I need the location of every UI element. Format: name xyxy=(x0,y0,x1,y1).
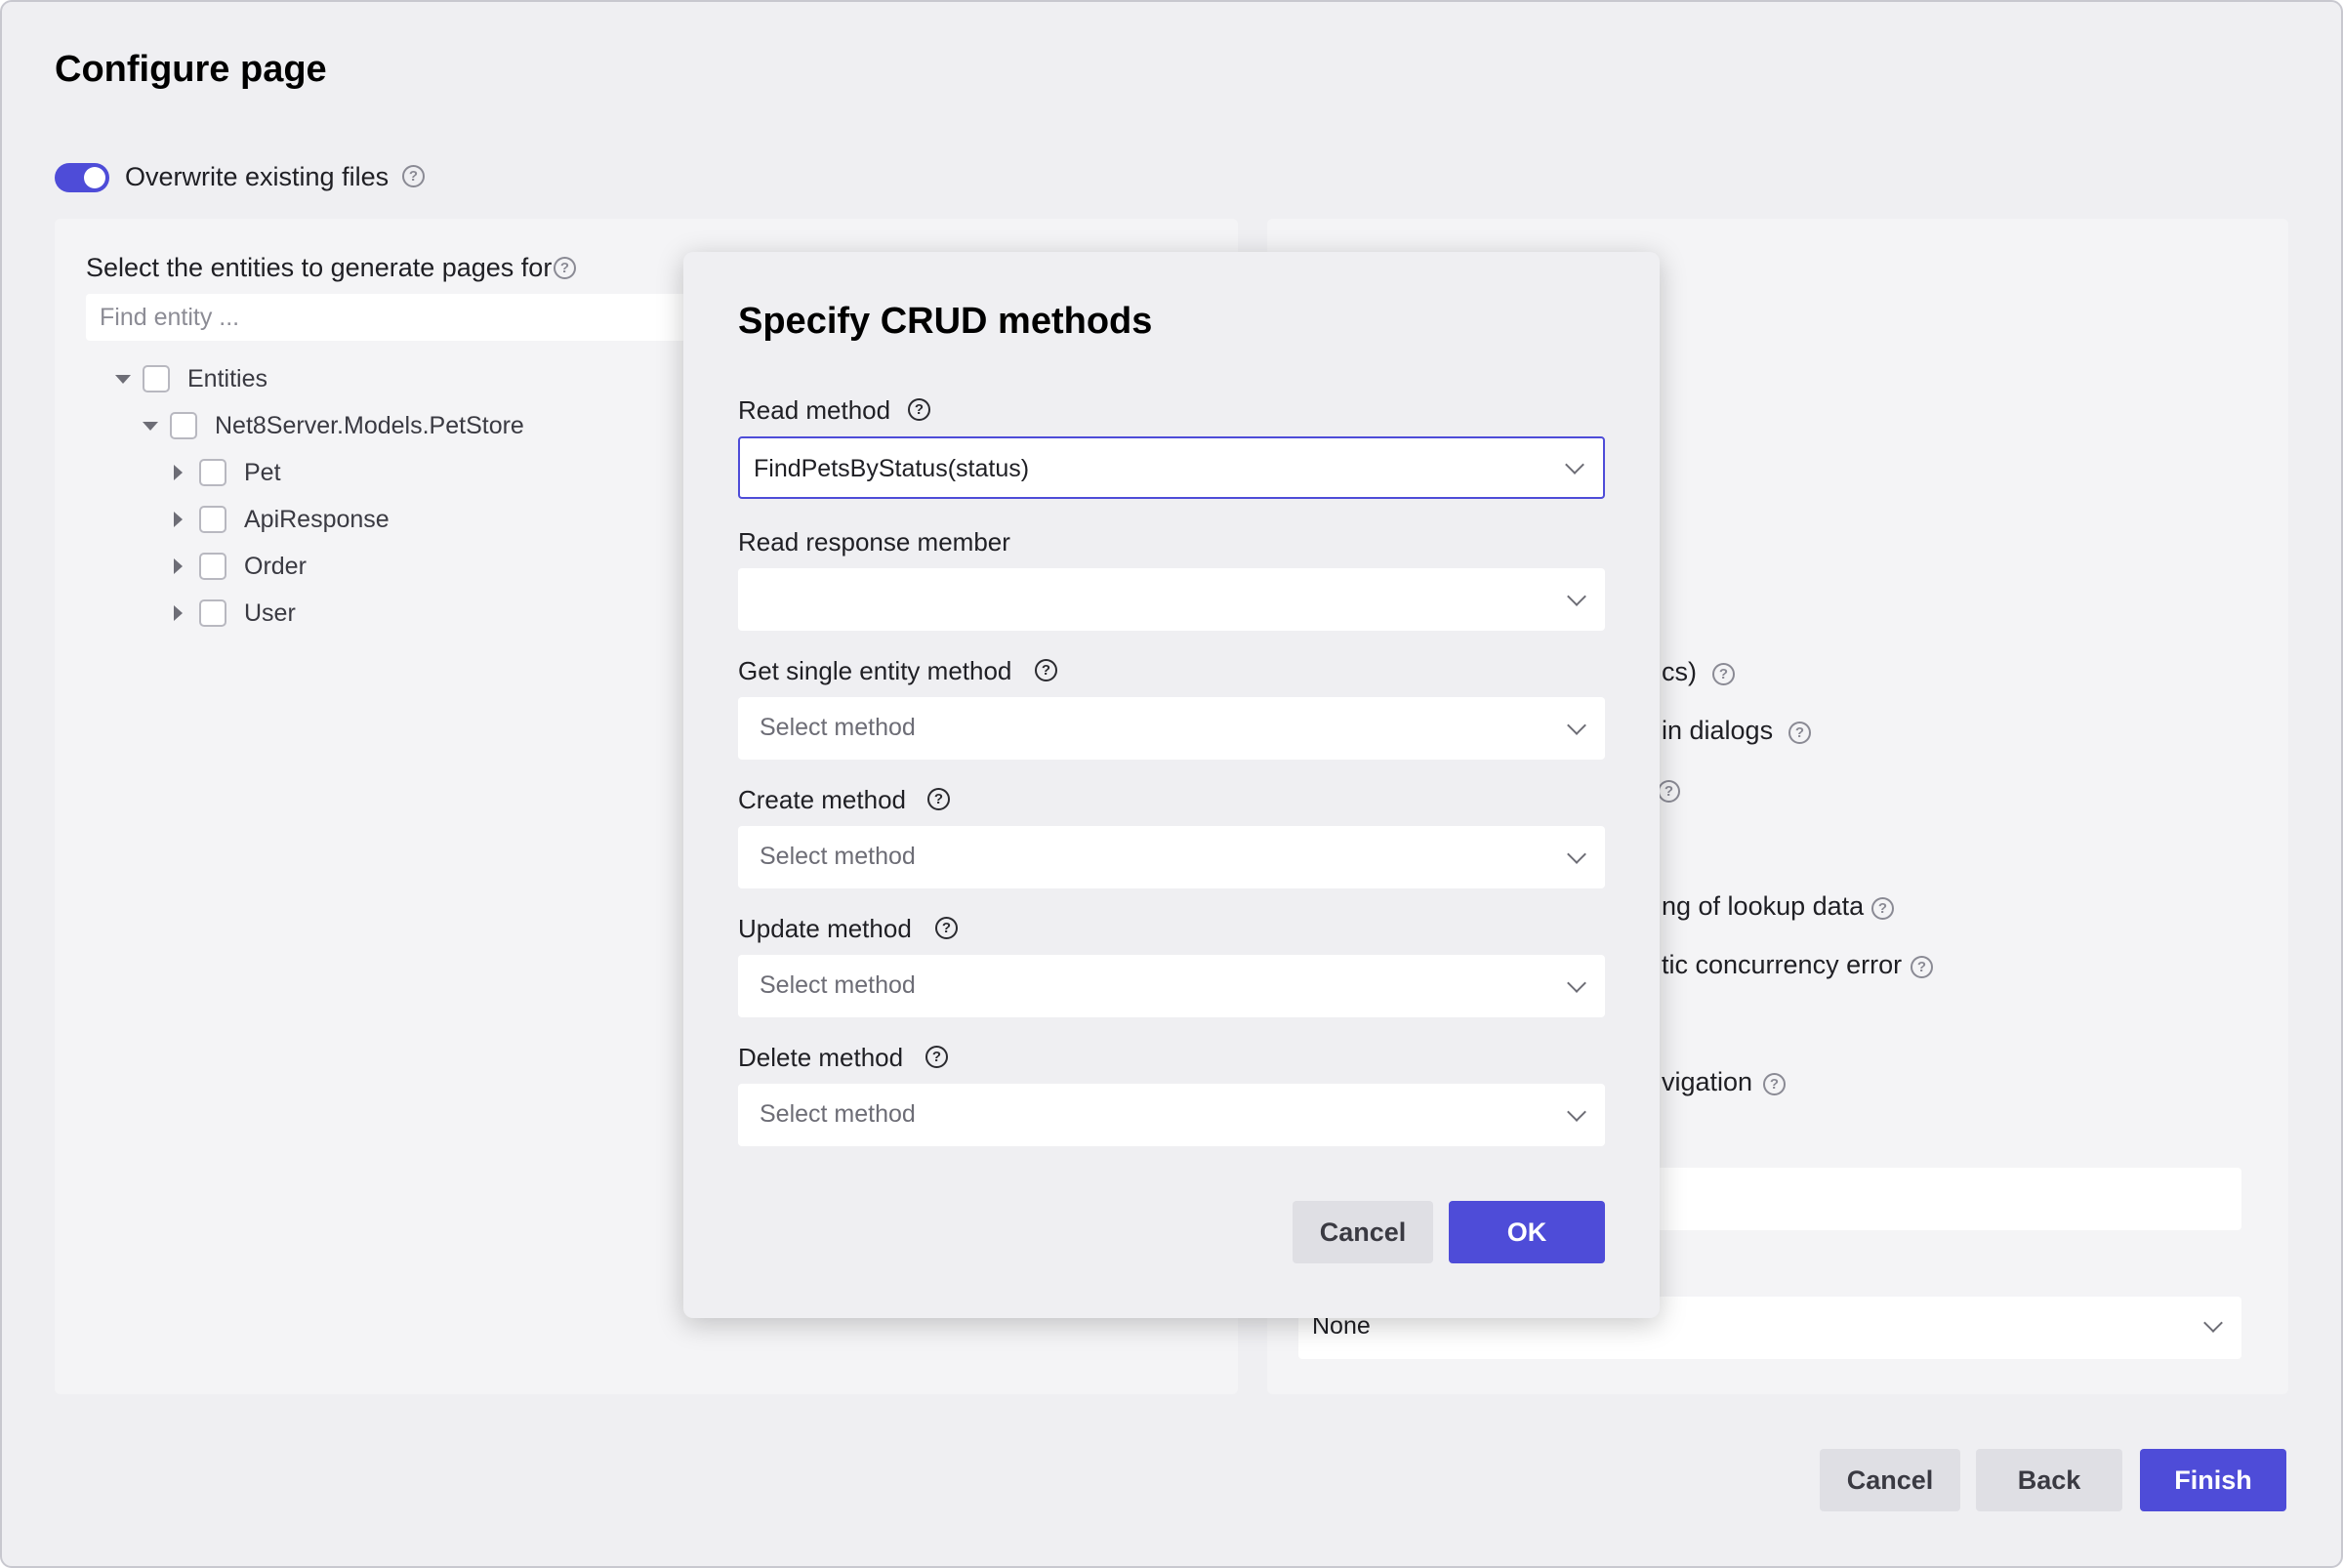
chevron-down-icon xyxy=(1567,587,1586,606)
update-method-select[interactable]: Select method xyxy=(738,955,1605,1017)
chevron-right-icon[interactable] xyxy=(174,512,183,527)
help-icon[interactable]: ? xyxy=(1788,722,1811,744)
tree-node-label: Entities xyxy=(187,364,267,392)
help-icon[interactable]: ? xyxy=(1035,659,1057,681)
read-method-select[interactable]: FindPetsByStatus(status) xyxy=(738,436,1605,499)
read-response-member-label: Read response member xyxy=(738,527,1010,557)
create-method-select[interactable]: Select method xyxy=(738,826,1605,888)
chevron-down-icon xyxy=(1565,455,1584,475)
tree-node-label: Order xyxy=(244,552,307,580)
chevron-right-icon[interactable] xyxy=(174,558,183,574)
tree-node-entities[interactable]: Entities xyxy=(115,361,267,396)
option-label: cs) xyxy=(1662,657,1697,686)
entities-label: Select the entities to generate pages fo… xyxy=(86,253,553,282)
tree-node-label: ApiResponse xyxy=(244,505,390,533)
read-method-label: Read method xyxy=(738,395,891,425)
overwrite-toggle[interactable] xyxy=(55,163,109,192)
chevron-right-icon[interactable] xyxy=(174,605,183,621)
page-title: Configure page xyxy=(55,49,327,90)
get-single-entity-select[interactable]: Select method xyxy=(738,697,1605,760)
help-icon[interactable]: ? xyxy=(1763,1073,1786,1095)
chevron-right-icon[interactable] xyxy=(174,465,183,480)
dialog-title: Specify CRUD methods xyxy=(738,301,1153,342)
help-icon[interactable]: ? xyxy=(1911,956,1933,978)
chevron-down-icon xyxy=(2203,1313,2223,1333)
chevron-down-icon xyxy=(1567,973,1586,993)
get-single-entity-label: Get single entity method xyxy=(738,656,1012,685)
help-icon[interactable]: ? xyxy=(402,165,425,187)
tree-node-user[interactable]: User xyxy=(170,596,296,631)
tree-node-pet[interactable]: Pet xyxy=(170,455,281,490)
cancel-button[interactable]: Cancel xyxy=(1820,1449,1960,1511)
tree-node-apiresponse[interactable]: ApiResponse xyxy=(170,502,390,537)
checkbox[interactable] xyxy=(199,599,226,627)
tree-node-label: Net8Server.Models.PetStore xyxy=(215,411,524,439)
checkbox[interactable] xyxy=(170,412,197,439)
help-icon[interactable]: ? xyxy=(935,917,958,939)
help-icon[interactable]: ? xyxy=(908,398,930,421)
configure-page-window: Configure page Overwrite existing files … xyxy=(0,0,2343,1568)
option-label: vigation xyxy=(1662,1067,1753,1096)
help-icon[interactable]: ? xyxy=(927,788,950,810)
help-icon[interactable]: ? xyxy=(925,1046,948,1068)
checkbox[interactable] xyxy=(199,459,226,486)
chevron-down-icon[interactable] xyxy=(143,421,158,431)
chevron-down-icon xyxy=(1567,716,1586,735)
tree-node-order[interactable]: Order xyxy=(170,549,307,584)
select-placeholder: Select method xyxy=(760,971,916,999)
option-label: in dialogs xyxy=(1662,716,1774,745)
checkbox[interactable] xyxy=(199,553,226,580)
select-placeholder: Select method xyxy=(760,714,916,741)
overwrite-label: Overwrite existing files xyxy=(125,162,390,191)
option-label: tic concurrency error xyxy=(1662,950,1903,979)
tree-node-label: User xyxy=(244,598,296,627)
delete-method-label: Delete method xyxy=(738,1043,904,1072)
back-button[interactable]: Back xyxy=(1976,1449,2122,1511)
read-response-member-select[interactable] xyxy=(738,568,1605,631)
checkbox[interactable] xyxy=(143,365,170,392)
checkbox[interactable] xyxy=(199,506,226,533)
help-icon[interactable]: ? xyxy=(1658,780,1680,803)
select-placeholder: Select method xyxy=(760,843,916,870)
dialog-cancel-button[interactable]: Cancel xyxy=(1293,1201,1433,1263)
help-icon[interactable]: ? xyxy=(1871,897,1894,920)
tree-node-namespace[interactable]: Net8Server.Models.PetStore xyxy=(143,408,524,443)
chevron-down-icon xyxy=(1567,845,1586,864)
select-value: FindPetsByStatus(status) xyxy=(754,455,1030,482)
toggle-knob xyxy=(84,167,105,188)
help-icon[interactable]: ? xyxy=(554,257,576,279)
dialog-ok-button[interactable]: OK xyxy=(1449,1201,1605,1263)
crud-methods-dialog: Specify CRUD methods Read method ? FindP… xyxy=(683,252,1660,1318)
find-entity-input[interactable] xyxy=(86,294,711,341)
create-method-label: Create method xyxy=(738,785,906,814)
tree-node-label: Pet xyxy=(244,458,281,486)
help-icon[interactable]: ? xyxy=(1712,663,1735,685)
delete-method-select[interactable]: Select method xyxy=(738,1084,1605,1146)
chevron-down-icon[interactable] xyxy=(115,374,131,384)
update-method-label: Update method xyxy=(738,914,912,943)
finish-button[interactable]: Finish xyxy=(2140,1449,2286,1511)
chevron-down-icon xyxy=(1567,1102,1586,1122)
option-label: ng of lookup data xyxy=(1662,891,1865,921)
select-placeholder: Select method xyxy=(760,1100,916,1128)
